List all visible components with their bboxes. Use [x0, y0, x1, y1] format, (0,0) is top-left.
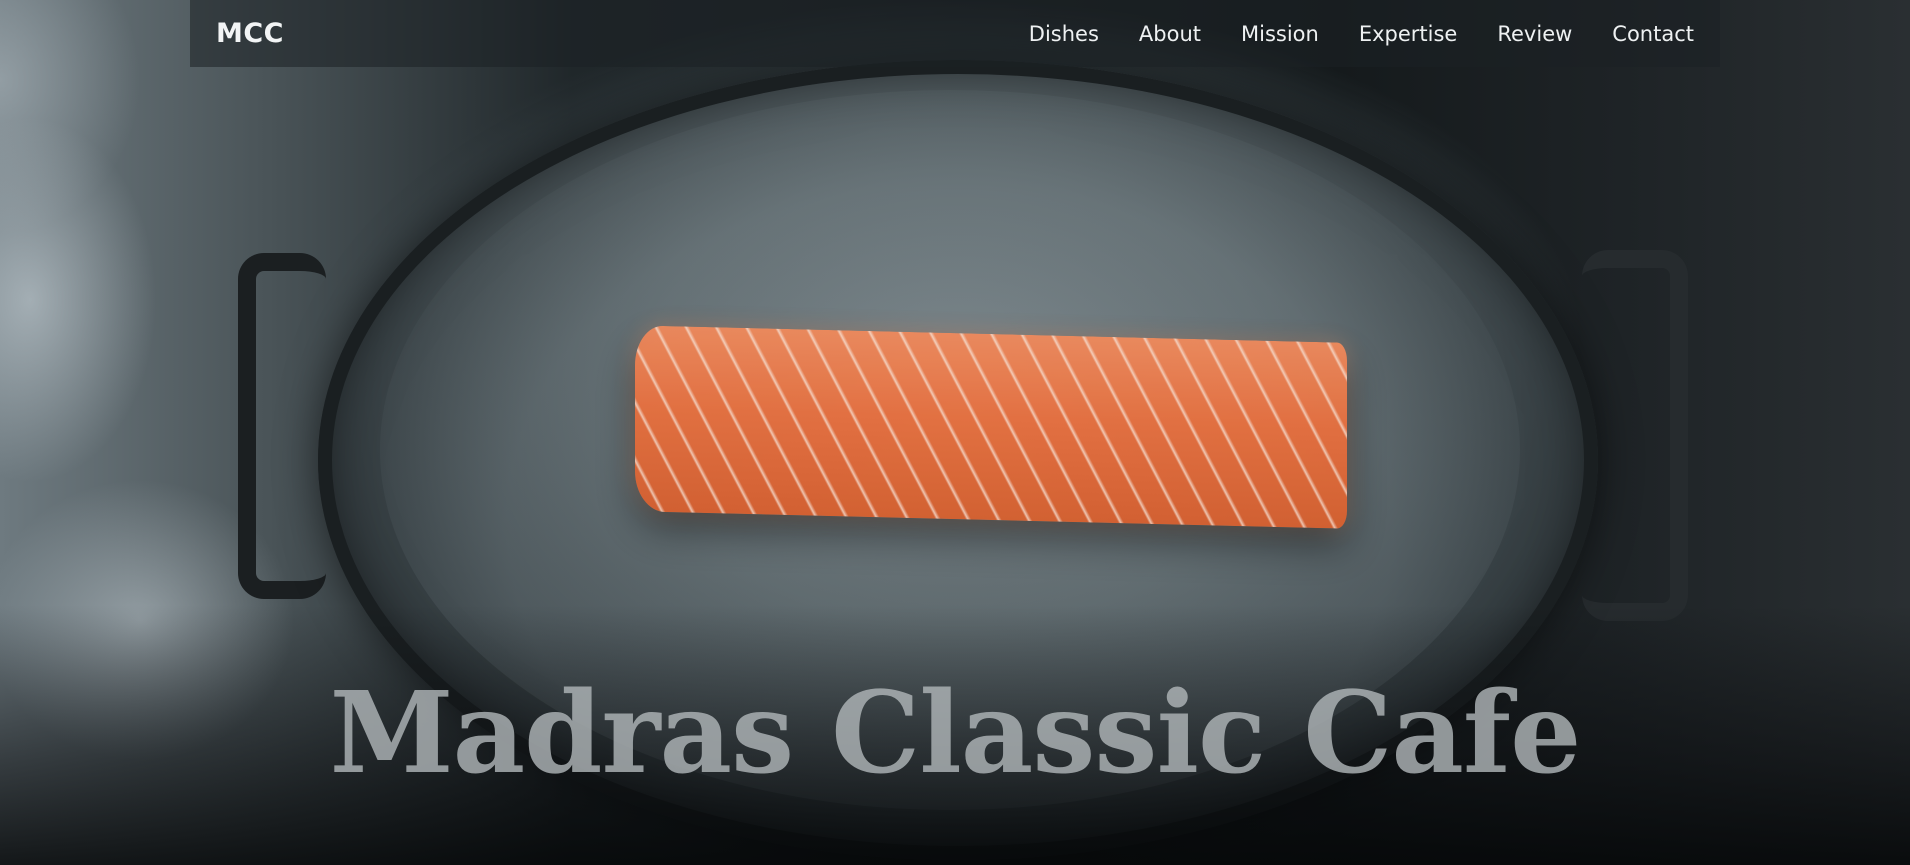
nav-links: Dishes About Mission Expertise Review Co… — [1029, 22, 1694, 46]
nav-link-expertise[interactable]: Expertise — [1359, 22, 1458, 46]
nav-link-review[interactable]: Review — [1497, 22, 1572, 46]
nav-link-contact[interactable]: Contact — [1612, 22, 1694, 46]
nav-link-about[interactable]: About — [1139, 22, 1201, 46]
pan-handle-right — [1582, 250, 1688, 621]
hero-section: MCC Dishes About Mission Expertise Revie… — [0, 0, 1910, 865]
brand-logo[interactable]: MCC — [216, 18, 284, 49]
nav-link-mission[interactable]: Mission — [1241, 22, 1319, 46]
salmon-fillet-image — [635, 325, 1347, 529]
navbar: MCC Dishes About Mission Expertise Revie… — [190, 0, 1720, 67]
hero-title: Madras Classic Cafe — [329, 668, 1582, 799]
pan-handle-left — [238, 253, 326, 599]
nav-link-dishes[interactable]: Dishes — [1029, 22, 1099, 46]
